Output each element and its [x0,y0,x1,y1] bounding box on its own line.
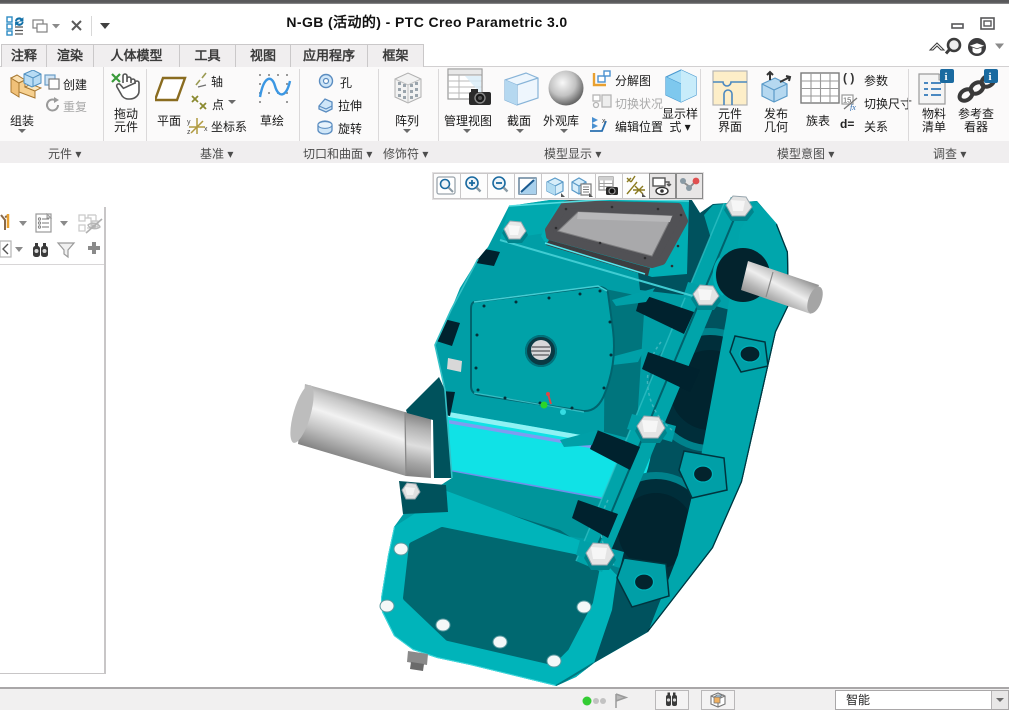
svg-text:z: z [187,129,191,136]
svg-text:y: y [187,119,191,126]
svg-text:x: x [602,118,606,125]
svg-text:fx: fx [850,103,856,111]
svg-text:i: i [945,71,948,83]
svg-text:i: i [989,71,992,83]
